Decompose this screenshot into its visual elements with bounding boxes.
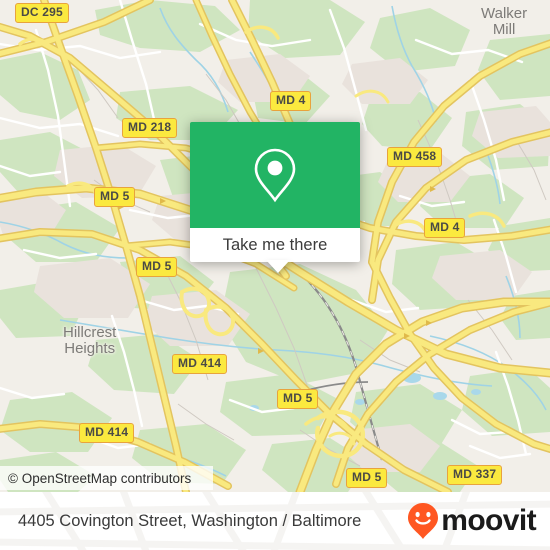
moovit-logo[interactable]: moovit: [407, 492, 537, 550]
route-shield-md-5-west[interactable]: MD 5: [136, 257, 178, 277]
attribution-text: © OpenStreetMap contributors: [8, 470, 192, 486]
route-shield-dc-295[interactable]: DC 295: [15, 3, 69, 23]
popup-card-pointer: [266, 260, 290, 273]
route-shield-md-4-east[interactable]: MD 4: [424, 218, 466, 238]
footer-bar: 4405 Covington Street, Washington / Balt…: [0, 492, 550, 550]
address-label: 4405 Covington Street, Washington / Balt…: [18, 492, 361, 550]
moovit-wordmark: moovit: [441, 504, 536, 537]
popup-card-header: [190, 122, 360, 228]
map-attribution[interactable]: © OpenStreetMap contributors: [0, 466, 213, 490]
route-shield-md-414-center[interactable]: MD 414: [172, 354, 228, 374]
popup-card-pointer-wrap: [190, 260, 360, 275]
route-shield-md-458[interactable]: MD 458: [387, 147, 443, 167]
route-shield-md-5-south[interactable]: MD 5: [346, 468, 388, 488]
route-shield-md-414-southwest[interactable]: MD 414: [79, 423, 135, 443]
address-text: 4405 Covington Street, Washington / Balt…: [18, 511, 362, 530]
route-shield-md-218[interactable]: MD 218: [122, 118, 178, 138]
route-shield-md-4-north[interactable]: MD 4: [270, 91, 312, 111]
route-shield-md-5-center[interactable]: MD 5: [277, 389, 319, 409]
moovit-map-screenshot: Walker Mill Hillcrest Heights DC 295 MD …: [0, 0, 550, 550]
moovit-pin-smiley-icon: [408, 503, 439, 539]
map-pin-icon: [254, 148, 296, 203]
map-canvas[interactable]: Walker Mill Hillcrest Heights DC 295 MD …: [0, 0, 550, 492]
route-shield-md-5-northwest[interactable]: MD 5: [94, 187, 136, 207]
destination-popup-card[interactable]: Take me there: [190, 122, 360, 262]
route-shield-md-337[interactable]: MD 337: [447, 465, 503, 485]
take-me-there-label: Take me there: [222, 235, 328, 254]
popup-card-footer[interactable]: Take me there: [190, 228, 360, 262]
